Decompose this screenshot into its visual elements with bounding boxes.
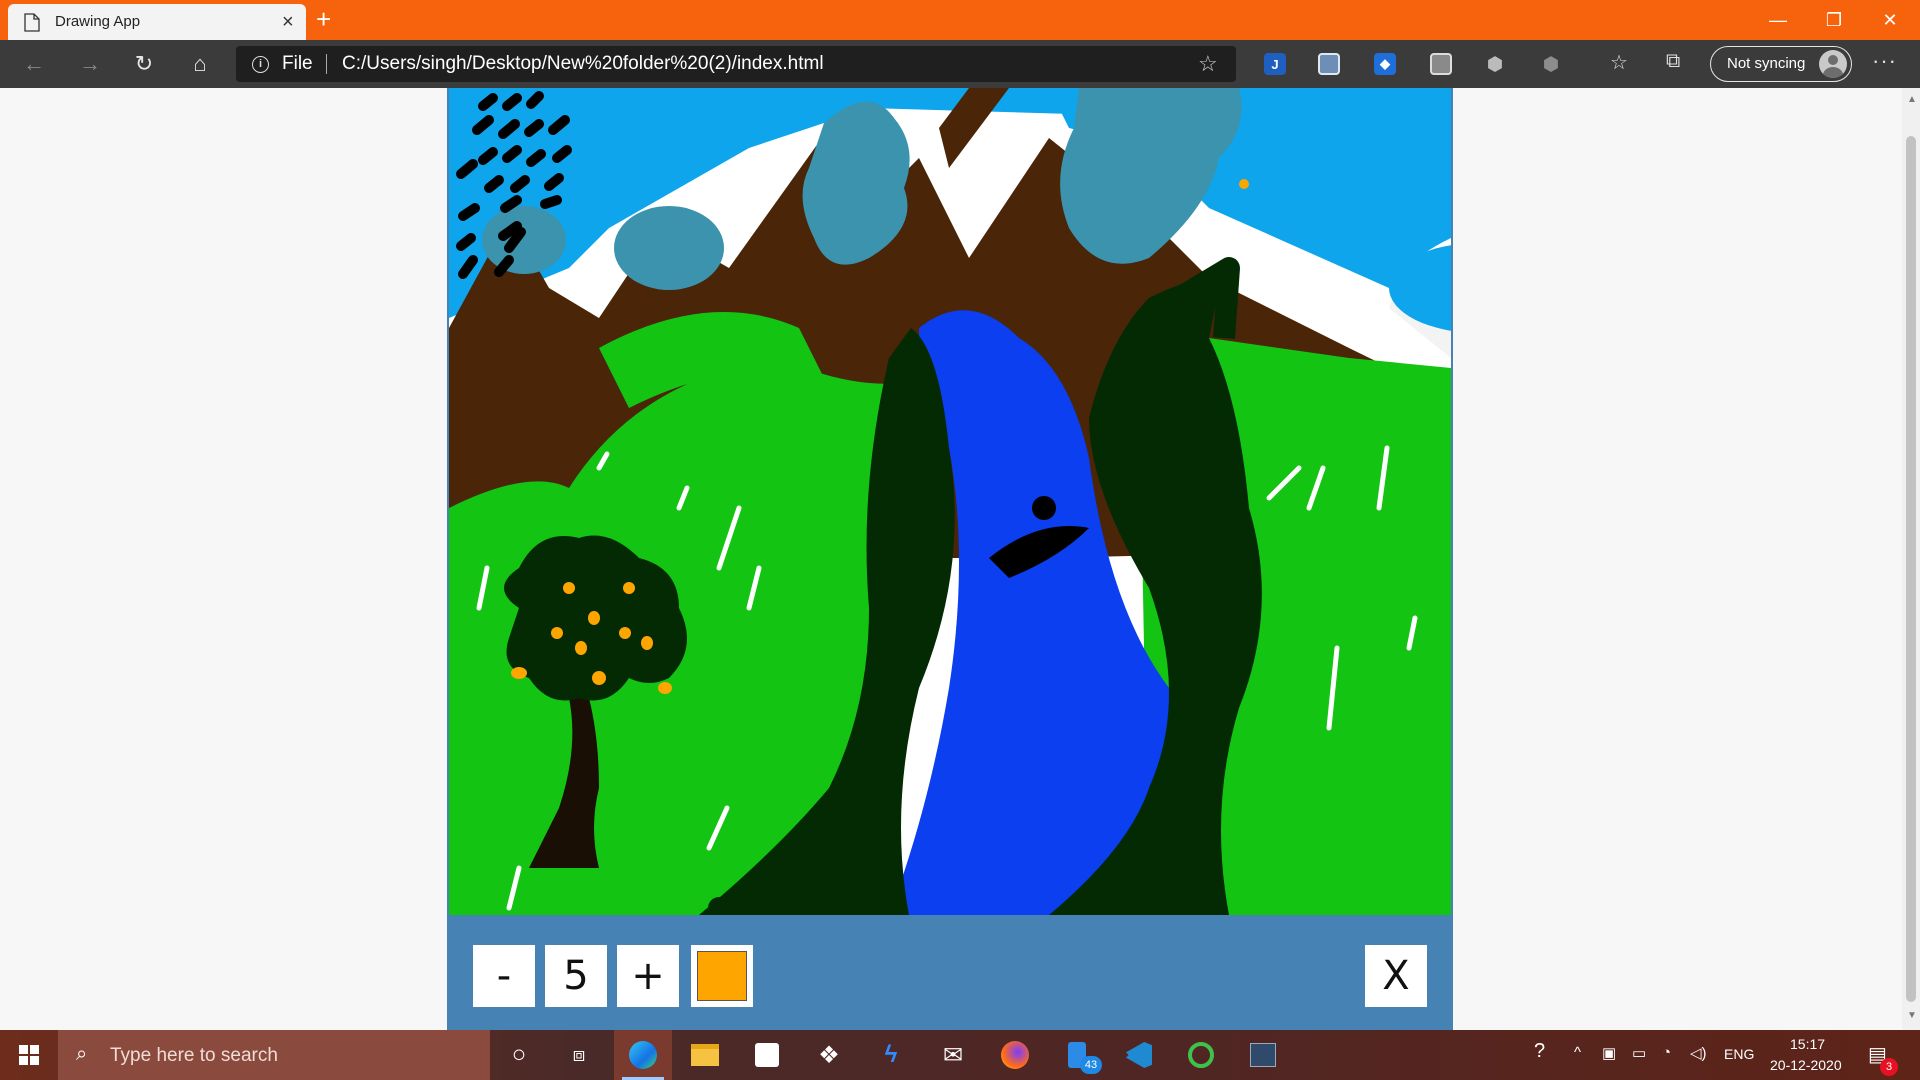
back-arrow-icon[interactable]: ← [16,48,52,80]
favorites-icon[interactable]: ☆ [1610,50,1628,75]
vscode-icon[interactable] [1110,1030,1168,1080]
windows-start-icon[interactable] [0,1030,58,1080]
minimize-button[interactable]: — [1750,0,1806,40]
volume-icon[interactable]: ◁) [1690,1044,1707,1062]
decrease-size-button[interactable]: - [473,945,535,1007]
address-bar[interactable]: i File C:/Users/singh/Desktop/New%20fold… [236,46,1236,82]
home-icon[interactable]: ⌂ [182,48,218,80]
page-icon [24,13,40,32]
notification-badge: 3 [1880,1058,1898,1076]
cortana-icon[interactable]: ○ [490,1030,548,1080]
close-window-button[interactable]: ✕ [1862,0,1918,40]
increase-size-button[interactable]: + [617,945,679,1007]
show-hidden-icons[interactable]: ^ [1574,1044,1581,1061]
refresh-icon[interactable]: ↻ [126,48,162,80]
drawing-canvas[interactable] [447,88,1453,915]
browser-tab[interactable]: Drawing App × [8,4,306,40]
navigation-bar: ← → ↻ ⌂ i File C:/Users/singh/Desktop/Ne… [0,40,1920,88]
title-bar: Drawing App × + — ❐ ✕ [0,0,1920,40]
restore-button[interactable]: ❐ [1806,0,1862,40]
screenshot-icon[interactable] [1430,53,1452,75]
clock-time[interactable]: 15:17 [1790,1036,1825,1052]
adblock-icon[interactable]: ⬢ [1540,53,1562,75]
tab-close-icon[interactable]: × [282,10,294,34]
brush-size-value: 5 [545,945,607,1007]
shield-icon[interactable]: ◆ [1374,53,1396,75]
firefox-icon[interactable] [986,1030,1044,1080]
drawing-artwork [449,88,1451,915]
vertical-scrollbar[interactable]: ▲ ▼ [1902,88,1920,1030]
bitwarden-icon[interactable] [1318,53,1340,75]
vscode-alt-icon[interactable]: ϟ [862,1030,920,1080]
favorite-star-icon[interactable]: ☆ [1198,51,1218,77]
url-text[interactable]: C:/Users/singh/Desktop/New%20folder%20(2… [342,53,824,75]
scheme-label: File [282,53,313,74]
phone-icon[interactable]: 43 [1048,1030,1106,1080]
scroll-up-icon[interactable]: ▲ [1907,94,1917,105]
toolbox: - 5 + X [447,915,1453,1030]
color-swatch [697,951,747,1001]
taskbar: ⌕ Type here to search ○ ⧈ ❖ ϟ ✉ 43 ? ^ ▣… [0,1030,1920,1080]
sync-icon[interactable] [1172,1030,1230,1080]
address-separator [326,54,327,74]
task-view-icon[interactable]: ⧈ [550,1030,608,1080]
info-icon[interactable]: i [252,56,269,73]
taskbar-search[interactable]: ⌕ Type here to search [58,1030,490,1080]
avatar-icon [1819,50,1847,78]
wifi-icon[interactable]: ◔ [1662,1044,1671,1061]
more-menu-icon[interactable]: ··· [1872,48,1897,74]
page-viewport: - 5 + X [0,88,1902,1030]
forward-arrow-icon[interactable]: → [72,48,108,80]
sync-label: Not syncing [1727,55,1806,72]
mail-icon[interactable]: ✉ [924,1030,982,1080]
new-tab-button[interactable]: + [316,4,331,34]
search-placeholder: Type here to search [110,1045,278,1066]
snip-icon[interactable] [1234,1030,1292,1080]
jira-icon[interactable]: J [1264,53,1286,75]
store-icon[interactable] [738,1030,796,1080]
search-icon: ⌕ [76,1043,88,1065]
collections-icon[interactable]: ⧉ [1666,50,1680,73]
scroll-thumb[interactable] [1906,136,1916,1002]
file-explorer-icon[interactable] [676,1030,734,1080]
clock-date[interactable]: 20-12-2020 [1770,1057,1842,1073]
help-icon[interactable]: ? [1534,1040,1545,1063]
scroll-down-icon[interactable]: ▼ [1907,1010,1917,1021]
meet-now-icon[interactable]: ▣ [1602,1044,1616,1062]
battery-icon[interactable]: ▭ [1632,1044,1646,1062]
clear-canvas-button[interactable]: X [1365,945,1427,1007]
dropbox-icon[interactable]: ❖ [800,1030,858,1080]
language-indicator[interactable]: ENG [1724,1046,1754,1062]
profile-sync-button[interactable]: Not syncing [1710,46,1852,82]
privacy-badger-icon[interactable]: ⬢ [1484,53,1506,75]
tab-title: Drawing App [55,13,141,30]
edge-icon[interactable] [614,1030,672,1080]
phone-badge: 43 [1080,1056,1102,1074]
color-picker[interactable] [691,945,753,1007]
